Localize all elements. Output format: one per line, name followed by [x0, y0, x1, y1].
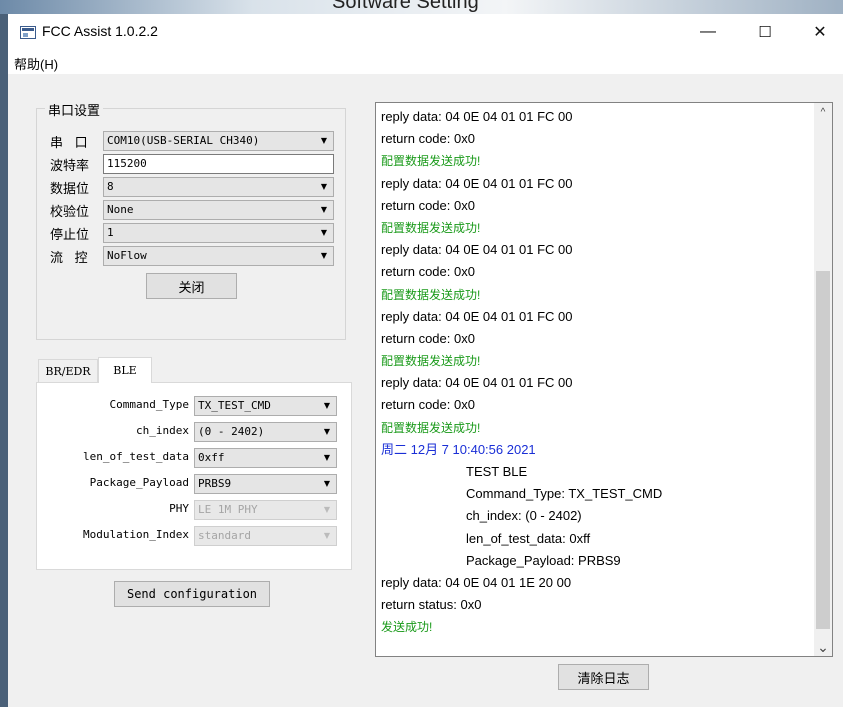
scroll-down-icon[interactable]: ⌄ — [814, 638, 832, 656]
log-line: TEST BLE — [466, 464, 528, 479]
chevron-down-icon: ▼ — [323, 453, 330, 462]
clear-log-button[interactable]: 清除日志 — [558, 664, 649, 690]
log-line: ch_index: (0 - 2402) — [466, 508, 582, 524]
chevron-down-icon: ▼ — [323, 531, 330, 540]
chevron-down-icon: ▼ — [320, 251, 327, 260]
baud-input[interactable]: 115200 — [103, 154, 334, 174]
log-line: 发送成功! — [381, 620, 433, 635]
log-line: len_of_test_data: 0xff — [466, 530, 591, 546]
command-type-value: TX_TEST_CMD — [198, 399, 271, 412]
log-line: reply data: 04 0E 04 01 01 FC 00 — [381, 308, 573, 324]
log-line: 配置数据发送成功! — [381, 354, 481, 369]
stopbits-select[interactable]: 1 ▼ — [103, 223, 334, 243]
chevron-down-icon: ▼ — [320, 228, 327, 237]
serial-group-title: 串口设置 — [45, 100, 104, 119]
chevron-down-icon: ▼ — [320, 182, 327, 191]
app-window: FCC Assist 1.0.2.2 — ☐ ✕ 帮助(H) 串口设置 串 口 … — [8, 14, 843, 707]
title-bar[interactable]: FCC Assist 1.0.2.2 — ☐ ✕ — [8, 14, 843, 50]
log-line: return code: 0x0 — [381, 330, 475, 346]
log-line: 配置数据发送成功! — [381, 287, 481, 302]
phy-select: LE 1M PHY ▼ — [194, 500, 337, 520]
databits-select[interactable]: 8 ▼ — [103, 177, 334, 197]
len-of-test-data-value: 0xff — [198, 451, 225, 464]
ch-index-value: (0 - 2402) — [198, 425, 265, 438]
log-line: return code: 0x0 — [381, 197, 475, 213]
package-payload-label: Package_Payload — [89, 476, 189, 489]
port-label: 串 口 — [50, 135, 92, 150]
phy-label: PHY — [169, 502, 189, 515]
log-line: return code: 0x0 — [381, 264, 475, 280]
log-line: Command_Type: TX_TEST_CMD — [466, 486, 663, 502]
log-line: 周二 12月 7 10:40:56 2021 — [381, 441, 536, 457]
menu-bar: 帮助(H) — [8, 50, 843, 74]
tab-ble[interactable]: BLE — [98, 357, 152, 383]
log-line: Package_Payload: PRBS9 — [466, 552, 621, 568]
log-lines: reply data: 04 0E 04 01 01 FC 00 return c… — [381, 106, 810, 639]
port-value: COM10(USB-SERIAL CH340) — [107, 134, 260, 147]
len-of-test-data-label: len_of_test_data — [83, 450, 189, 463]
flow-value: NoFlow — [107, 249, 147, 262]
modulation-index-select: standard ▼ — [194, 526, 337, 546]
log-line: 配置数据发送成功! — [381, 154, 481, 169]
databits-label: 数据位 — [50, 181, 90, 196]
chevron-down-icon: ▼ — [320, 136, 327, 145]
parity-value: None — [107, 203, 134, 216]
command-type-select[interactable]: TX_TEST_CMD ▼ — [194, 396, 337, 416]
chevron-down-icon: ▼ — [323, 479, 330, 488]
main-content: 串口设置 串 口 COM10(USB-SERIAL CH340) ▼ 波特率 1… — [8, 74, 843, 707]
chevron-down-icon: ▼ — [323, 401, 330, 410]
log-line: 配置数据发送成功! — [381, 220, 481, 235]
log-line: return status: 0x0 — [381, 597, 482, 613]
stopbits-value: 1 — [107, 226, 114, 239]
scroll-thumb[interactable] — [816, 271, 830, 629]
log-line: reply data: 04 0E 04 01 01 FC 00 — [381, 242, 573, 258]
log-line: reply data: 04 0E 04 01 1E 20 00 — [381, 574, 572, 590]
serial-settings-group: 串口设置 串 口 COM10(USB-SERIAL CH340) ▼ 波特率 1… — [36, 100, 346, 340]
send-configuration-button[interactable]: Send configuration — [114, 581, 270, 607]
background-window-title: Software Setting — [332, 0, 479, 13]
tab-br-edr[interactable]: BR/EDR — [38, 359, 98, 383]
package-payload-value: PRBS9 — [198, 477, 232, 490]
ble-tab-pane: Command_Type TX_TEST_CMD ▼ ch_index (0 -… — [36, 382, 352, 570]
log-line: reply data: 04 0E 04 01 01 FC 00 — [381, 175, 573, 191]
log-panel[interactable]: reply data: 04 0E 04 01 01 FC 00 return c… — [375, 102, 833, 657]
chevron-down-icon: ▼ — [320, 205, 327, 214]
ch-index-label: ch_index — [136, 424, 189, 437]
app-icon — [20, 26, 36, 39]
minimize-button[interactable]: — — [685, 14, 731, 50]
flow-select[interactable]: NoFlow ▼ — [103, 246, 334, 266]
parity-label: 校验位 — [50, 204, 90, 219]
baud-label: 波特率 — [50, 158, 90, 173]
maximize-button[interactable]: ☐ — [742, 14, 788, 50]
stopbits-label: 停止位 — [50, 227, 90, 242]
package-payload-select[interactable]: PRBS9 ▼ — [194, 474, 337, 494]
scroll-up-icon[interactable]: ^ — [814, 103, 832, 121]
flow-label: 流 控 — [50, 250, 92, 265]
parity-select[interactable]: None ▼ — [103, 200, 334, 220]
chevron-down-icon: ▼ — [323, 505, 330, 514]
serial-close-button[interactable]: 关闭 — [146, 273, 237, 299]
len-of-test-data-select[interactable]: 0xff ▼ — [194, 448, 337, 468]
log-line: return code: 0x0 — [381, 397, 475, 413]
ch-index-select[interactable]: (0 - 2402) ▼ — [194, 422, 337, 442]
log-line: 配置数据发送成功! — [381, 420, 481, 435]
log-scrollbar[interactable]: ^ ⌄ — [814, 103, 832, 656]
databits-value: 8 — [107, 180, 114, 193]
log-line: reply data: 04 0E 04 01 01 FC 00 — [381, 109, 573, 124]
port-select[interactable]: COM10(USB-SERIAL CH340) ▼ — [103, 131, 334, 151]
phy-value: LE 1M PHY — [198, 503, 258, 516]
background-strip: Software Setting — [0, 0, 843, 14]
command-type-label: Command_Type — [109, 398, 189, 411]
chevron-down-icon: ▼ — [323, 427, 330, 436]
modulation-index-value: standard — [198, 529, 251, 542]
log-line: return code: 0x0 — [381, 131, 475, 147]
menu-help[interactable]: 帮助(H) — [14, 54, 58, 73]
log-line: reply data: 04 0E 04 01 01 FC 00 — [381, 375, 573, 391]
close-button[interactable]: ✕ — [797, 14, 843, 50]
window-title: FCC Assist 1.0.2.2 — [42, 23, 158, 39]
modulation-index-label: Modulation_Index — [83, 528, 189, 541]
